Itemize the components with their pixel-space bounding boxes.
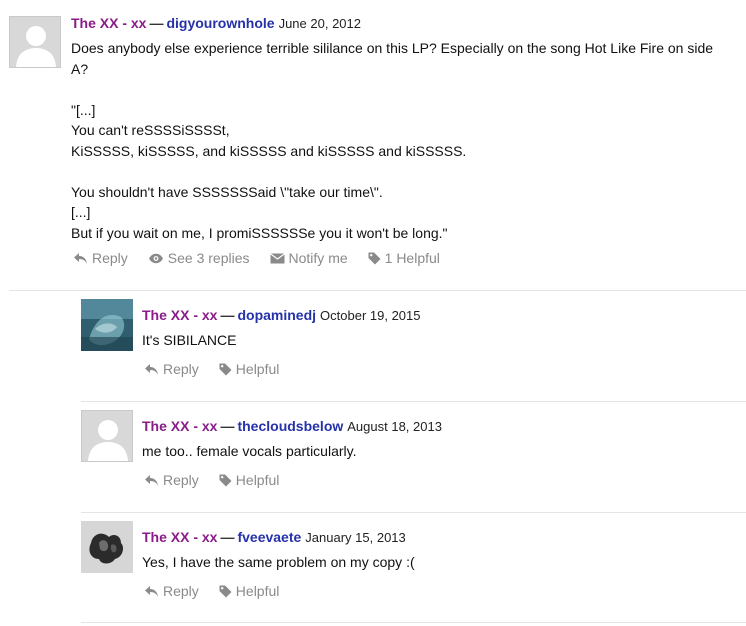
comment-actions: Reply See 3 replies Notify me 1 Helpful [73,250,460,266]
comment-body: me too.. female vocals particularly. [142,443,357,459]
tag-icon [368,252,381,264]
username-link[interactable]: fveevaete [237,529,301,545]
reply-label: Reply [163,361,199,377]
release-link[interactable]: The XX - xx [142,307,217,323]
user-avatar-image [81,521,133,573]
eye-icon [148,253,163,263]
notify-button[interactable]: Notify me [269,250,348,266]
separator: — [220,529,235,545]
comment-date: October 19, 2015 [320,308,421,323]
comment-actions: Reply Helpful [144,472,299,488]
reply-button[interactable]: Reply [73,250,128,266]
username-link[interactable]: thecloudsbelow [237,418,343,434]
username-link[interactable]: dopaminedj [237,307,316,323]
release-link[interactable]: The XX - xx [71,15,146,31]
comment-actions: Reply Helpful [144,583,299,599]
tag-icon [219,363,232,375]
comment-date: August 18, 2013 [347,419,442,434]
helpful-label: Helpful [235,583,280,599]
separator: — [149,15,164,31]
reply-label: Reply [163,472,199,488]
separator: — [220,418,235,434]
comment-body: Does anybody else experience terrible si… [71,40,714,241]
tag-icon [219,474,232,486]
reply-arrow-icon [145,363,158,375]
divider [81,401,746,402]
avatar[interactable] [81,521,133,573]
comment-header: The XX - xx — fveevaete January 15, 2013 [142,528,406,547]
envelope-icon [269,252,285,263]
divider [81,512,746,513]
avatar[interactable] [81,299,133,351]
helpful-button[interactable]: Helpful [219,472,280,488]
user-avatar-image [81,299,133,351]
comment-date: June 20, 2012 [278,16,361,31]
divider [9,290,746,291]
helpful-button[interactable]: Helpful [219,583,280,599]
comment-body: Yes, I have the same problem on my copy … [142,554,415,570]
user-silhouette-icon [82,411,132,461]
helpful-label: Helpful [235,361,280,377]
helpful-button[interactable]: 1 Helpful [368,250,440,266]
notify-label: Notify me [288,250,348,266]
comment-actions: Reply Helpful [144,361,299,377]
comment-body: It's SIBILANCE [142,332,237,348]
reply-button[interactable]: Reply [144,472,199,488]
release-link[interactable]: The XX - xx [142,418,217,434]
avatar[interactable] [9,16,61,68]
reply-label: Reply [163,583,199,599]
comment-header: The XX - xx — dopaminedj October 19, 2015 [142,306,421,325]
tag-icon [219,585,232,597]
comment-date: January 15, 2013 [305,530,406,545]
release-link[interactable]: The XX - xx [142,529,217,545]
see-replies-button[interactable]: See 3 replies [148,250,250,266]
reply-arrow-icon [145,585,158,597]
avatar[interactable] [81,410,133,462]
reply-button[interactable]: Reply [144,583,199,599]
reply-label: Reply [92,250,128,266]
helpful-label: 1 Helpful [384,250,440,266]
see-replies-label: See 3 replies [167,250,250,266]
helpful-label: Helpful [235,472,280,488]
helpful-button[interactable]: Helpful [219,361,280,377]
comment-header: The XX - xx — thecloudsbelow August 18, 201… [142,417,442,436]
reply-arrow-icon [74,252,87,264]
separator: — [220,307,235,323]
comment-header: The XX - xx — digyourownhole June 20, 2012 [71,14,361,33]
reply-arrow-icon [145,474,158,486]
username-link[interactable]: digyourownhole [166,15,274,31]
reply-button[interactable]: Reply [144,361,199,377]
divider [81,622,746,623]
user-silhouette-icon [10,17,60,67]
